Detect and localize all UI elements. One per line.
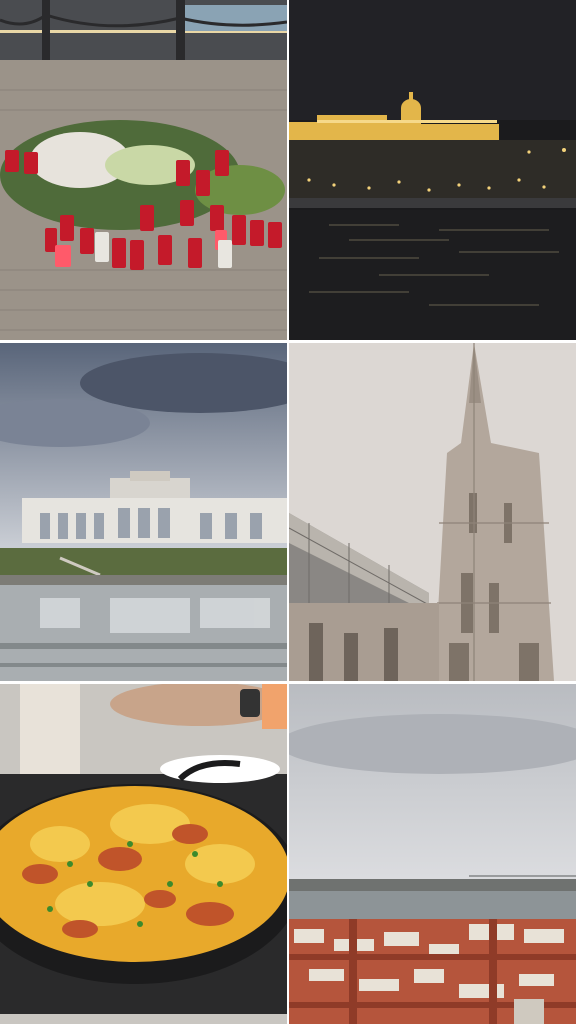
photo-gothic-cathedral — [289, 343, 576, 681]
photo-colonnade-pavilion — [0, 343, 287, 681]
photo-memorial-candles — [0, 0, 287, 340]
photo-city-rooftops — [289, 684, 576, 1024]
photo-collage — [0, 0, 576, 1024]
photo-night-palace-river — [289, 0, 576, 340]
photo-paella-pan — [0, 684, 287, 1024]
